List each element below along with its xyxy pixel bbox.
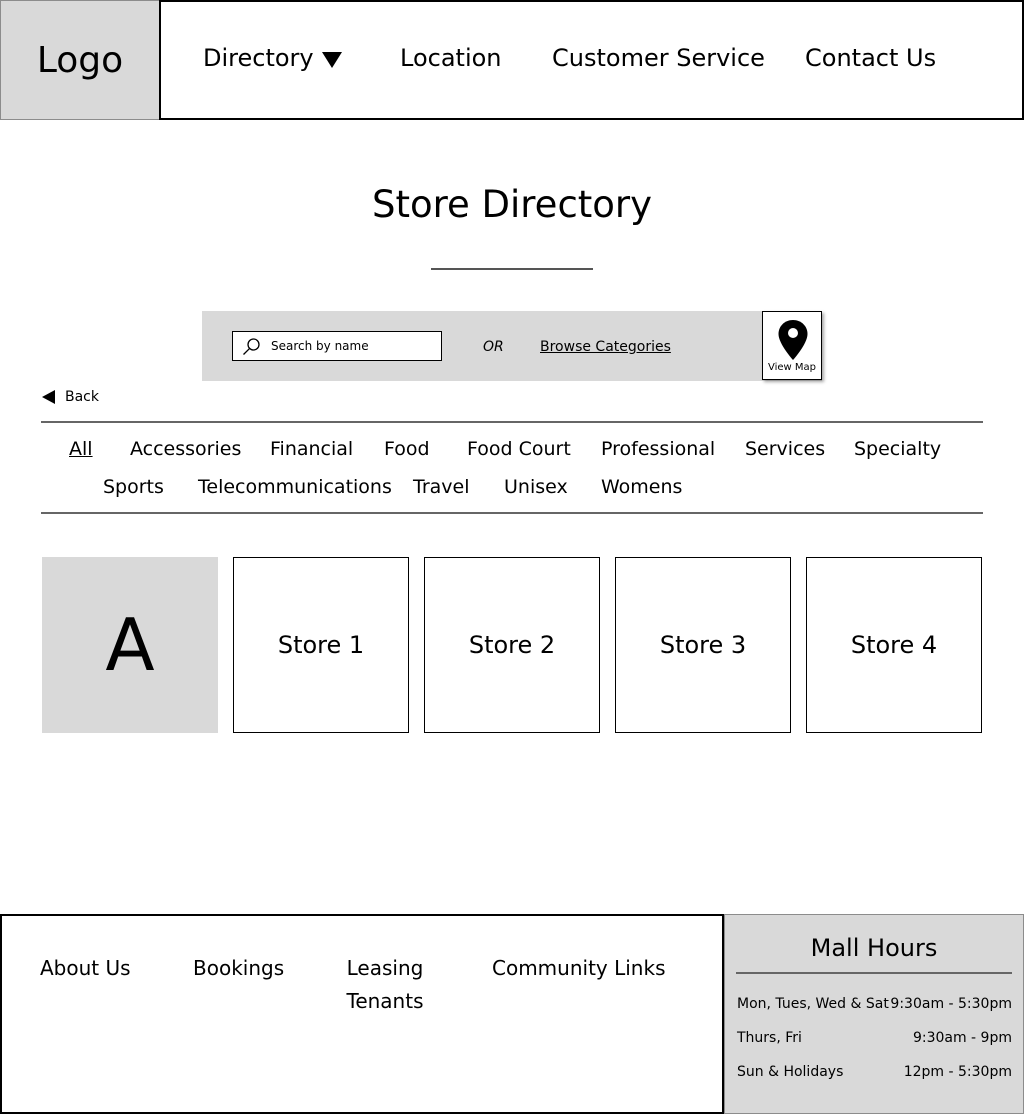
hours-time: 9:30am - 9pm	[912, 1030, 1012, 1046]
category-telecommunications[interactable]: Telecommunications	[198, 475, 392, 499]
store-tile[interactable]: Store 2	[424, 557, 600, 733]
category-specialty[interactable]: Specialty	[854, 437, 941, 461]
nav-location[interactable]: Location	[400, 42, 502, 74]
footer-bookings-link[interactable]: Bookings	[193, 952, 284, 985]
hours-days: Thurs, Fri	[737, 1030, 802, 1046]
hours-time: 9:30am - 5:30pm	[890, 996, 1012, 1012]
footer-about-us-link[interactable]: About Us	[40, 952, 131, 985]
nav-contact-us[interactable]: Contact Us	[805, 42, 936, 74]
category-top-divider	[41, 421, 983, 423]
category-food-court[interactable]: Food Court	[467, 437, 571, 461]
category-food[interactable]: Food	[384, 437, 430, 461]
mall-hours-panel: Mall Hours Mon, Tues, Wed & Sat 9:30am -…	[724, 914, 1024, 1114]
page-title: Store Directory	[371, 183, 653, 226]
hours-row: Sun & Holidays 12pm - 5:30pm	[737, 1063, 1012, 1081]
store-tile[interactable]: Store 4	[806, 557, 982, 733]
category-unisex[interactable]: Unisex	[504, 475, 568, 499]
category-all[interactable]: All	[69, 437, 93, 461]
category-travel[interactable]: Travel	[413, 475, 469, 499]
category-professional[interactable]: Professional	[601, 437, 715, 461]
letter-heading-tile: A	[42, 557, 218, 733]
footer-links-panel: About Us Bookings Leasing Tenants Commun…	[0, 914, 724, 1114]
category-financial[interactable]: Financial	[270, 437, 353, 461]
store-tile[interactable]: Store 3	[615, 557, 791, 733]
hours-days: Sun & Holidays	[737, 1064, 844, 1080]
footer-community-links-link[interactable]: Community Links	[492, 952, 666, 985]
map-pin-icon	[778, 320, 808, 360]
mall-hours-title: Mall Hours	[810, 934, 938, 962]
search-field[interactable]	[232, 331, 442, 361]
hours-row: Mon, Tues, Wed & Sat 9:30am - 5:30pm	[737, 995, 1012, 1013]
hours-days: Mon, Tues, Wed & Sat	[737, 996, 889, 1012]
back-arrow-icon	[42, 390, 55, 404]
nav-directory[interactable]: Directory	[203, 42, 314, 74]
hours-row: Thurs, Fri 9:30am - 9pm	[737, 1029, 1012, 1047]
category-services[interactable]: Services	[745, 437, 825, 461]
back-link[interactable]: Back	[42, 388, 99, 406]
logo[interactable]: Logo	[0, 0, 160, 120]
footer-leasing-line2: Tenants	[346, 989, 424, 1013]
search-input[interactable]	[271, 335, 436, 357]
view-map-label: View Map	[767, 362, 816, 373]
title-divider	[431, 268, 593, 270]
category-womens[interactable]: Womens	[601, 475, 682, 499]
nav-customer-service[interactable]: Customer Service	[552, 42, 765, 74]
hours-time: 12pm - 5:30pm	[903, 1064, 1012, 1080]
chevron-down-icon[interactable]	[322, 52, 342, 68]
footer-leasing-tenants-link[interactable]: Leasing Tenants	[334, 952, 436, 1018]
category-bottom-divider	[41, 512, 983, 514]
back-label: Back	[65, 389, 99, 405]
mall-hours-divider	[736, 972, 1012, 974]
or-separator: OR	[483, 339, 504, 355]
store-tile[interactable]: Store 1	[233, 557, 409, 733]
search-icon	[243, 338, 260, 355]
footer-leasing-line1: Leasing	[346, 956, 424, 980]
category-accessories[interactable]: Accessories	[130, 437, 241, 461]
view-map-button[interactable]: View Map	[762, 311, 822, 380]
category-sports[interactable]: Sports	[103, 475, 164, 499]
browse-categories-link[interactable]: Browse Categories	[540, 338, 671, 356]
